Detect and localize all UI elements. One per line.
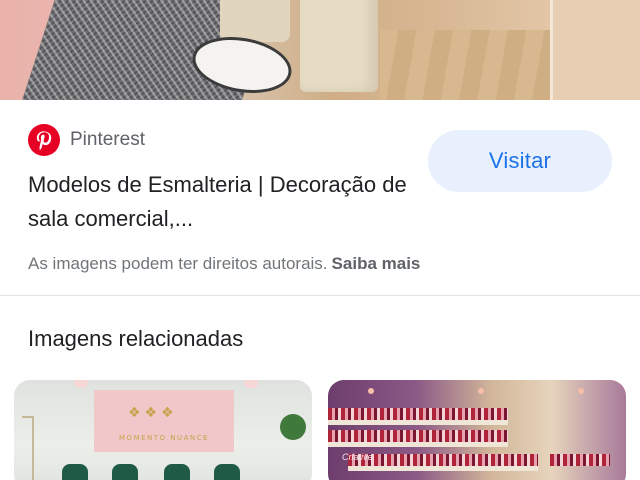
related-heading: Imagens relacionadas — [28, 326, 244, 351]
hero-chair — [300, 0, 378, 92]
visit-button[interactable]: Visitar — [428, 130, 612, 192]
thumb1-chair — [62, 464, 88, 480]
thumb1-light — [74, 380, 88, 388]
hero-chair-back — [220, 0, 290, 42]
thumb1-chair — [214, 464, 240, 480]
related-image-2[interactable]: Criative — [328, 380, 626, 480]
thumb2-light — [368, 388, 374, 394]
hero-image[interactable] — [0, 0, 640, 100]
thumb1-logo-icon: ❖❖❖ — [128, 404, 178, 420]
thumb1-brand-text: MOMENTO NUANCE — [119, 434, 209, 442]
thumb1-light — [244, 380, 258, 388]
pinterest-icon — [28, 124, 60, 156]
thumb1-plant — [280, 414, 306, 440]
thumb1-sign: ❖❖❖ MOMENTO NUANCE — [94, 390, 234, 452]
thumb1-chair — [112, 464, 138, 480]
thumb2-shelf — [348, 466, 538, 471]
thumb2-light — [478, 388, 484, 394]
copyright-text: As imagens podem ter direitos autorais. — [28, 254, 328, 273]
thumb2-bottles — [328, 408, 508, 420]
thumb2-bottles — [550, 454, 610, 466]
source-name: Pinterest — [70, 129, 145, 150]
thumb2-bottles — [328, 430, 508, 442]
result-title[interactable]: Modelos de Esmalteria | Decoração de sal… — [28, 168, 418, 236]
hero-floor — [380, 30, 550, 100]
thumb2-text: Criative — [342, 452, 373, 462]
divider — [0, 295, 640, 296]
source-row[interactable]: Pinterest — [28, 124, 145, 156]
thumb2-shelf — [328, 442, 508, 447]
thumb2-bottles — [348, 454, 538, 466]
thumb1-shelf — [22, 416, 34, 480]
hero-wall-panel — [550, 0, 640, 100]
thumb2-light — [578, 388, 584, 394]
copyright-notice: As imagens podem ter direitos autorais. S… — [28, 254, 420, 274]
thumb2-shelf — [328, 420, 508, 425]
thumb1-chair — [164, 464, 190, 480]
related-image-1[interactable]: ❖❖❖ MOMENTO NUANCE — [14, 380, 312, 480]
learn-more-link[interactable]: Saiba mais — [332, 254, 421, 273]
